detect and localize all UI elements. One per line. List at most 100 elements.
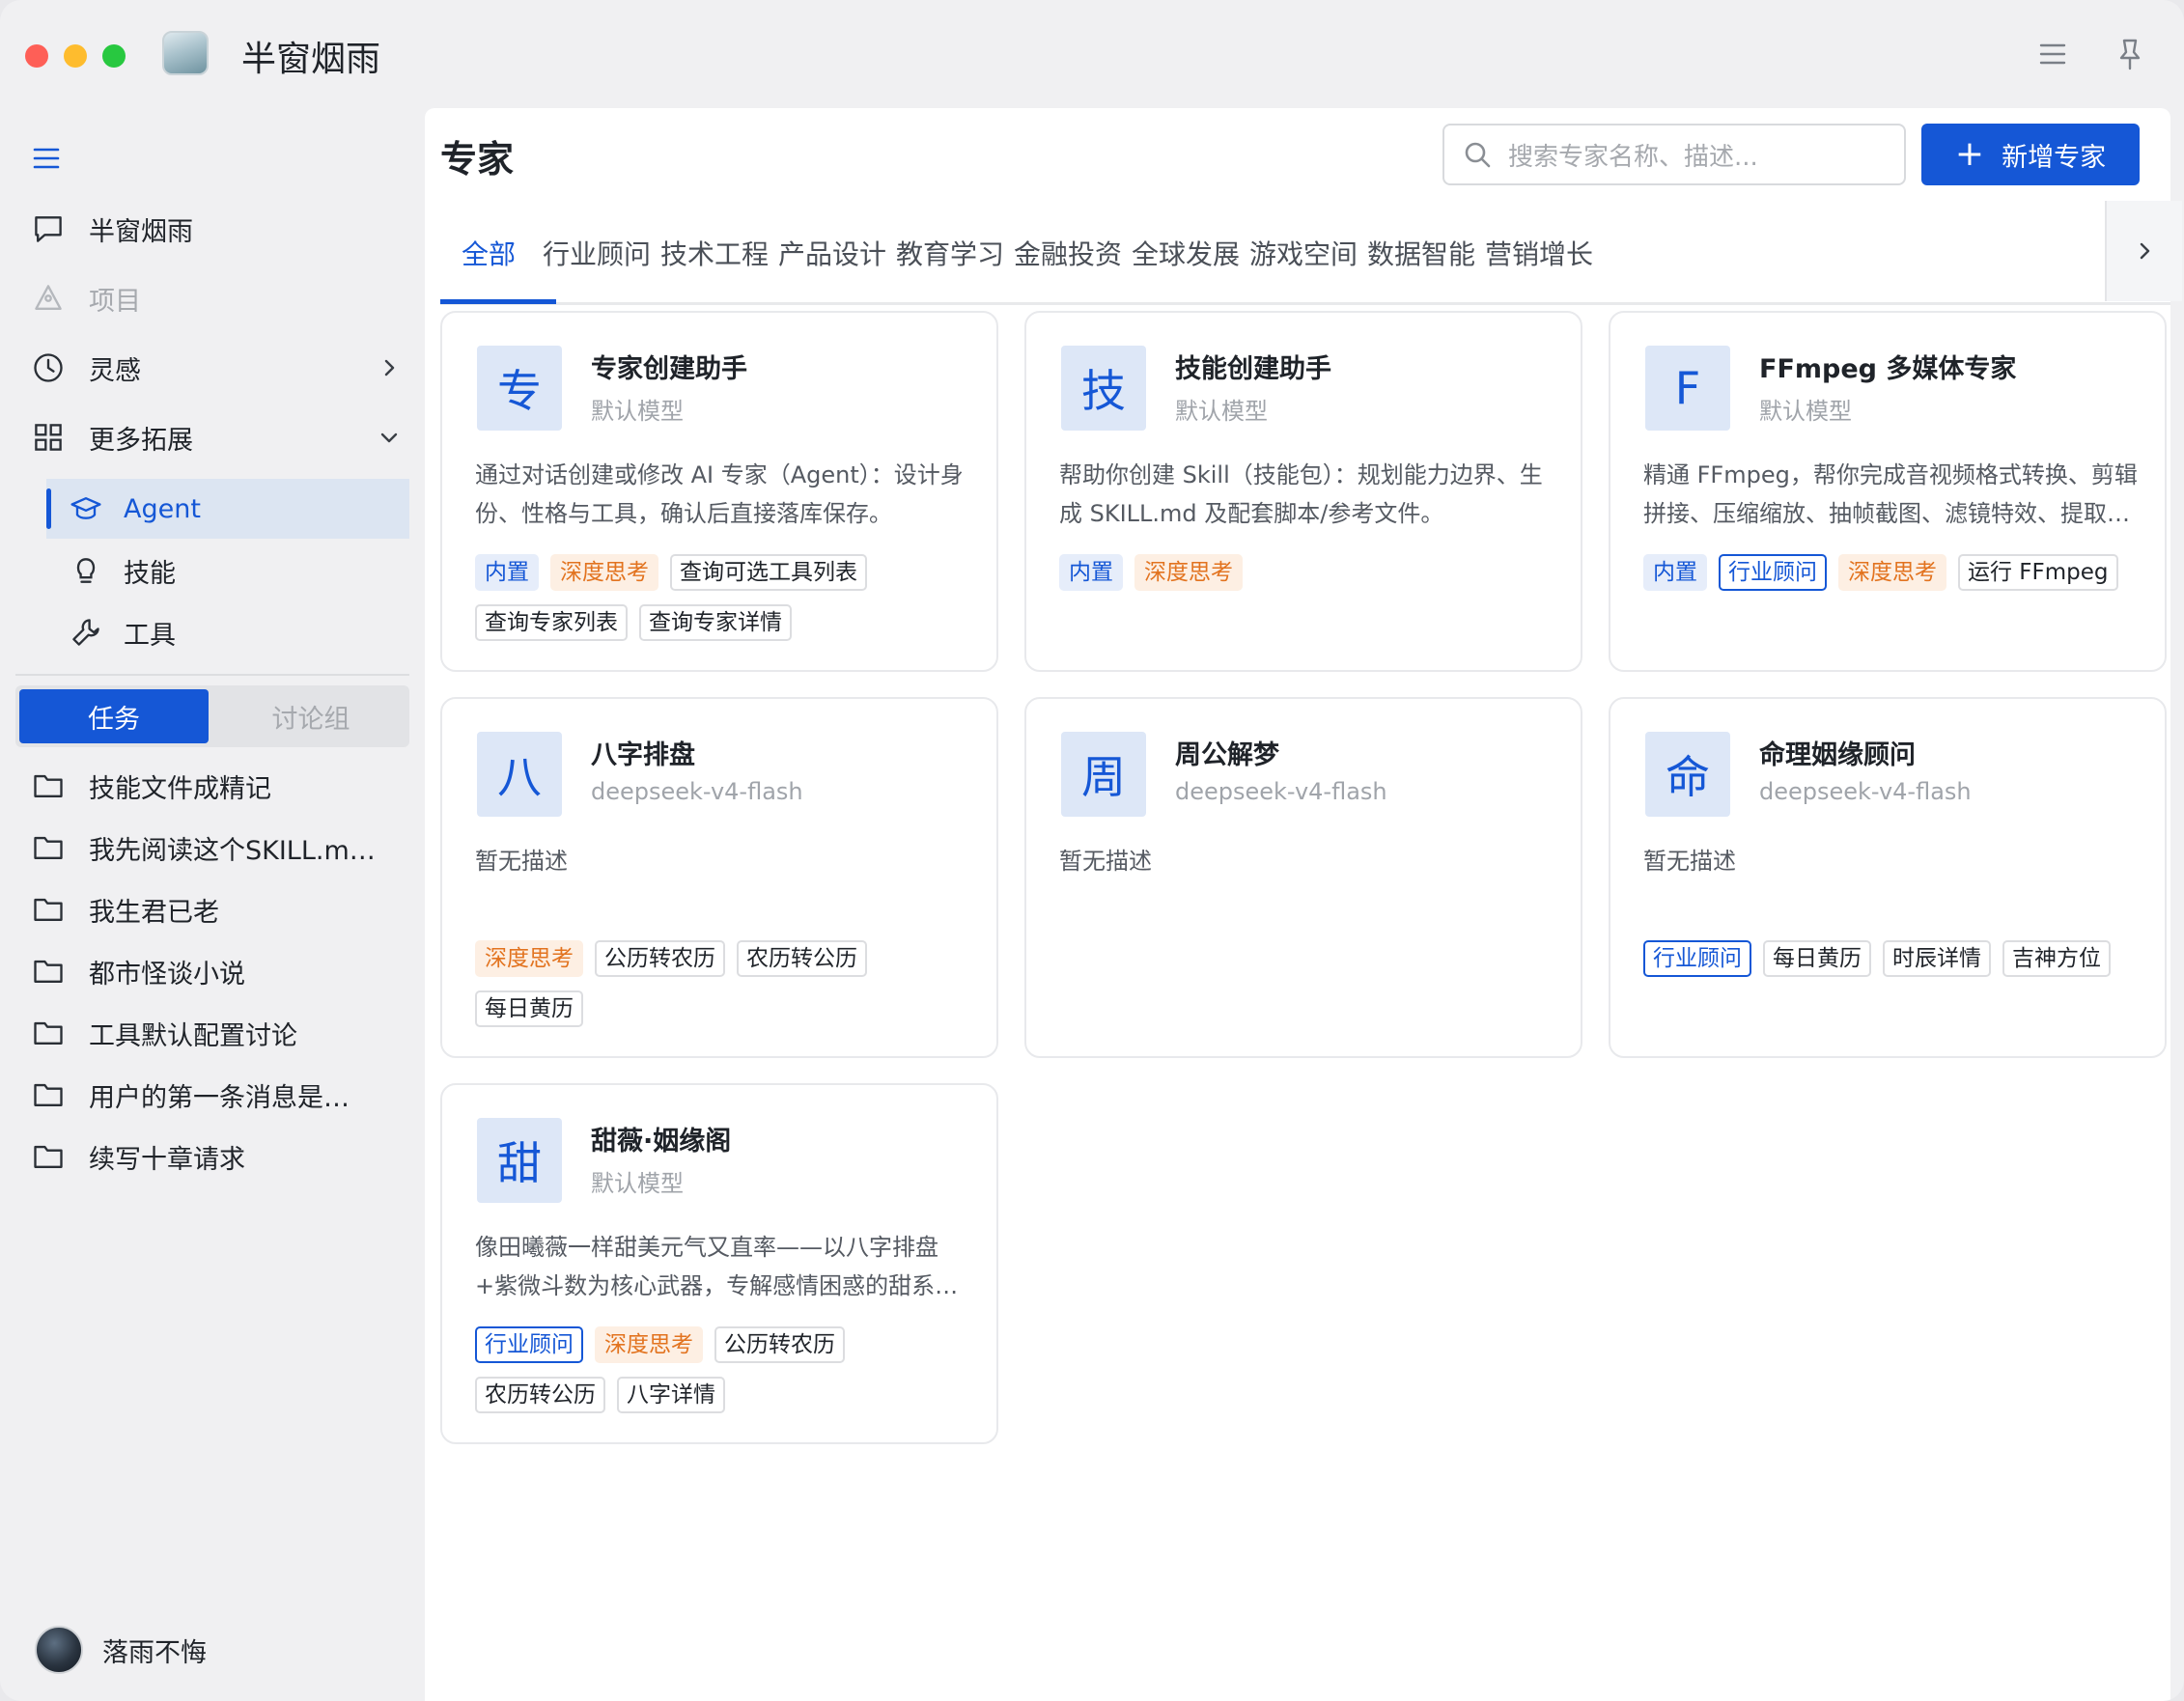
expert-tags: 内置 深度思考 查询可选工具列表 查询专家列表 查询专家详情: [475, 554, 977, 641]
expert-tags: 内置 深度思考: [1059, 554, 1561, 591]
expert-tags: 行业顾问 每日黄历 时辰详情 吉神方位: [1643, 940, 2145, 977]
chevron-down-icon: [377, 425, 402, 450]
plus-icon: +: [1954, 134, 1985, 174]
expert-tag: 公历转农历: [714, 1326, 845, 1363]
expert-name: 甜薇·姻缘阁: [591, 1127, 732, 1157]
expert-model: deepseek-v4-flash: [591, 778, 803, 805]
folder-icon: [29, 1075, 68, 1114]
expert-description: 帮助你创建 Skill（技能包）：规划能力边界、生成 SKILL.md 及配套脚…: [1059, 461, 1543, 527]
category-tabs: 全部 行业顾问 技术工程 产品设计 教育学习 金融投资 全球发展 游戏空间 数据…: [440, 201, 2182, 305]
task-label: 我先阅读这个SKILL.m…: [89, 835, 376, 866]
tab-finance[interactable]: 金融投资: [1014, 201, 1122, 305]
expert-avatar-icon: F: [1645, 346, 1730, 431]
expert-description: 暂无描述: [1059, 848, 1152, 875]
chevron-right-icon: [2140, 242, 2150, 260]
task-item[interactable]: 技能文件成精记: [29, 759, 415, 813]
tab-industry[interactable]: 行业顾问: [543, 201, 651, 305]
grid-icon: [29, 418, 68, 457]
tab-games[interactable]: 游戏空间: [1249, 201, 1358, 305]
sidebar-item-label: 工具: [124, 620, 176, 651]
tab-all[interactable]: 全部: [462, 201, 516, 305]
expert-name: FFmpeg 多媒体专家: [1759, 354, 2017, 384]
app-title: 半窗烟雨: [241, 40, 381, 79]
expert-tag: 内置: [475, 554, 539, 591]
expert-model: deepseek-v4-flash: [1759, 778, 1972, 805]
title-bar: 半窗烟雨: [0, 0, 2184, 108]
search-input[interactable]: 搜索专家名称、描述...: [1442, 124, 1906, 185]
app-window: 半窗烟雨 半窗烟雨 项目 灵感 更多拓展 Agent 技能 工具 任务 讨论组 …: [0, 0, 2184, 1701]
folder-icon: [29, 1014, 68, 1052]
tab-tech[interactable]: 技术工程: [660, 201, 769, 305]
search-icon: [1462, 139, 1493, 170]
sidebar-item-projects[interactable]: 项目: [29, 272, 415, 324]
sidebar-item-agent[interactable]: Agent: [46, 479, 409, 539]
folder-icon: [29, 952, 68, 990]
task-item[interactable]: 用户的第一条消息是…: [29, 1068, 415, 1122]
expert-tag: 深度思考: [475, 940, 583, 977]
sidebar-item-inspiration[interactable]: 灵感: [29, 342, 415, 394]
lightbulb-icon: [68, 552, 104, 589]
expert-name: 专家创建助手: [591, 354, 747, 384]
user-profile[interactable]: 落雨不悔: [35, 1626, 207, 1674]
expert-tag: 深度思考: [550, 554, 658, 591]
task-item[interactable]: 都市怪谈小说: [29, 944, 415, 998]
search-placeholder: 搜索专家名称、描述...: [1508, 142, 1758, 172]
expert-description: 通过对话创建或修改 AI 专家（Agent）：设计身份、性格与工具，确认后直接落…: [475, 461, 964, 527]
sidebar-item-tools[interactable]: 工具: [46, 602, 409, 662]
sidebar-item-label: 半窗烟雨: [89, 216, 193, 247]
expert-card[interactable]: 技技能创建助手 默认模型 帮助你创建 Skill（技能包）：规划能力边界、生成 SK…: [1024, 311, 1582, 672]
zoom-window-button[interactable]: [102, 44, 126, 68]
expert-model: 默认模型: [591, 1170, 684, 1197]
segment-tasks[interactable]: 任务: [19, 689, 209, 743]
tab-product[interactable]: 产品设计: [778, 201, 886, 305]
expert-avatar-icon: 命: [1645, 732, 1730, 817]
expert-model: 默认模型: [1175, 398, 1268, 425]
expert-card[interactable]: F FFmpeg 多媒体专家 默认模型 精通 FFmpeg，帮你完成音视频格式转换、剪…: [1609, 311, 2167, 672]
tab-education[interactable]: 教育学习: [896, 201, 1004, 305]
tabs-scroll-right-button[interactable]: [2105, 201, 2182, 301]
add-expert-button[interactable]: + 新增专家: [1921, 124, 2140, 185]
expert-name: 技能创建助手: [1175, 354, 1331, 384]
expert-card[interactable]: 命命理姻缘顾问 deepseek-v4-flash 暂无描述 行业顾问 每日黄历 时辰详情…: [1609, 697, 2167, 1058]
tab-data[interactable]: 数据智能: [1367, 201, 1475, 305]
expert-avatar-icon: 周: [1061, 732, 1146, 817]
tab-marketing[interactable]: 营销增长: [1485, 201, 1593, 305]
expert-card[interactable]: 甜甜薇·姻缘阁 默认模型 像田曦薇一样甜美元气又直率——以八字排盘+紫微斗数为核心武…: [440, 1083, 998, 1444]
expert-description: 精通 FFmpeg，帮你完成音视频格式转换、剪辑拼接、压缩缩放、抽帧截图、滤镜特…: [1643, 461, 2138, 527]
expert-model: deepseek-v4-flash: [1175, 778, 1387, 805]
expert-tag: 内置: [1643, 554, 1707, 591]
close-window-button[interactable]: [25, 44, 48, 68]
expert-tag: 行业顾问: [1719, 554, 1827, 591]
user-name: 落雨不悔: [102, 1637, 207, 1668]
task-item[interactable]: 续写十章请求: [29, 1129, 415, 1184]
segment-groups[interactable]: 讨论组: [216, 689, 406, 743]
task-item[interactable]: 我生君已老: [29, 882, 415, 936]
task-item[interactable]: 我先阅读这个SKILL.m…: [29, 821, 415, 875]
expert-model: 默认模型: [591, 398, 684, 425]
task-label: 我生君已老: [89, 897, 219, 928]
tab-global[interactable]: 全球发展: [1132, 201, 1240, 305]
expert-name: 命理姻缘顾问: [1759, 740, 1916, 770]
main-panel: 专家 搜索专家名称、描述... + 新增专家 全部 行业顾问 技术工程 产品设计…: [425, 108, 2182, 1701]
sidebar-item-home[interactable]: 半窗烟雨: [29, 203, 415, 255]
expert-card[interactable]: 八八字排盘 deepseek-v4-flash 暂无描述 深度思考 公历转农历 农历转公历…: [440, 697, 998, 1058]
expert-tag: 农历转公历: [475, 1377, 605, 1413]
expert-card[interactable]: 专专家创建助手 默认模型通过对话创建或修改 AI 专家（Agent）：设计身份、性…: [440, 311, 998, 672]
expert-tag: 深度思考: [595, 1326, 703, 1363]
expert-avatar-icon: 专: [477, 346, 562, 431]
add-expert-label: 新增专家: [2002, 142, 2107, 173]
folder-icon: [29, 767, 68, 805]
minimize-window-button[interactable]: [64, 44, 87, 68]
expert-tag: 深度思考: [1134, 554, 1243, 591]
task-item[interactable]: 工具默认配置讨论: [29, 1006, 415, 1060]
pin-icon[interactable]: [2111, 35, 2149, 73]
expert-tag: 内置: [1059, 554, 1123, 591]
sidebar-item-skills[interactable]: 技能: [46, 541, 409, 600]
menu-icon[interactable]: [2033, 35, 2072, 73]
sidebar-toggle-icon[interactable]: [29, 141, 64, 176]
sidebar-item-extensions[interactable]: 更多拓展: [29, 411, 415, 463]
triangle-nodes-icon: [29, 279, 68, 318]
expert-tag: 行业顾问: [1643, 940, 1751, 977]
sidebar-item-label: 项目: [89, 286, 141, 317]
expert-card[interactable]: 周周公解梦 deepseek-v4-flash 暂无描述: [1024, 697, 1582, 1058]
